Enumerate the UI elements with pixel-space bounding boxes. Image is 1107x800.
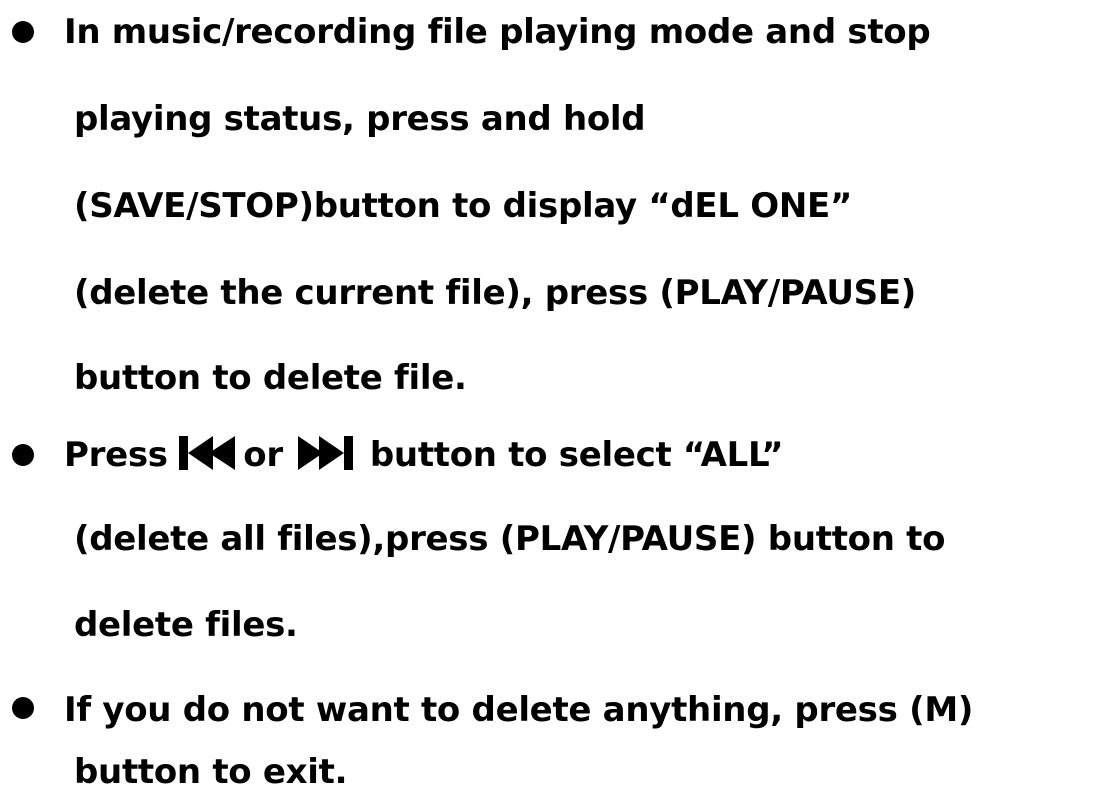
bullet-2-line-1: Press or button to select “ALL” — [64, 434, 784, 481]
bullet-1-line-5: button to delete file. — [74, 358, 467, 398]
bullet-dot — [12, 697, 34, 719]
bullet-1-line-4: (delete the current file), press (PLAY/P… — [74, 273, 916, 313]
bullet-1-line-1: In music/recording file playing mode and… — [64, 12, 931, 52]
skip-next-icon — [294, 434, 358, 481]
bullet-2-suffix: button to select “ALL” — [358, 435, 784, 475]
bullet-dot — [12, 444, 34, 466]
bullet-dot — [12, 21, 34, 43]
skip-previous-icon — [179, 434, 243, 481]
bullet-2-line-2: (delete all files),press (PLAY/PAUSE) bu… — [74, 519, 946, 559]
bullet-2-prefix: Press — [64, 435, 180, 475]
bullet-2-line-3: delete files. — [74, 605, 298, 645]
bullet-3-line-1: If you do not want to delete anything, p… — [64, 690, 974, 730]
bullet-3-line-2: button to exit. — [74, 752, 348, 792]
bullet-1-line-2: playing status, press and hold — [74, 99, 646, 139]
bullet-2-middle: or — [243, 435, 295, 475]
manual-page: In music/recording file playing mode and… — [0, 0, 1107, 800]
bullet-1-line-3: (SAVE/STOP)button to display “dEL ONE” — [74, 186, 852, 226]
